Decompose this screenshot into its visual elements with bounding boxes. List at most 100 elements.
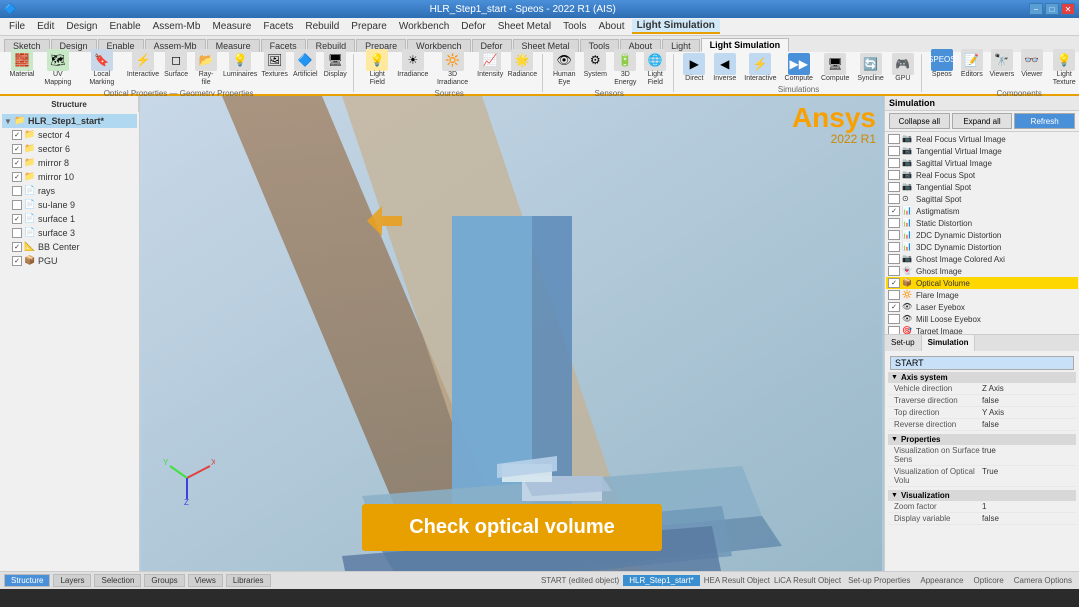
tree-item-0[interactable]: 📁 sector 4 (2, 128, 137, 142)
ribbon-btn-display[interactable]: 🖥 Display (321, 48, 349, 87)
tree-checkbox-0[interactable] (12, 130, 22, 140)
sim-check-2[interactable] (888, 158, 900, 168)
sim-item-13[interactable]: 🔆 Flare Image (886, 289, 1078, 301)
sim-check-11[interactable] (888, 266, 900, 276)
status-tab-libraries[interactable]: Libraries (226, 574, 271, 587)
tree-item-5[interactable]: 📄 su-lane 9 (2, 198, 137, 212)
sim-check-12[interactable]: ✓ (888, 278, 900, 288)
ribbon-btn-artificiel[interactable]: 🔷 Artificiel (291, 48, 319, 87)
menu-item-design[interactable]: Design (61, 20, 102, 33)
ribbon-btn-interactive[interactable]: ⚡ Interactive (126, 48, 160, 87)
ribbon-btn-interactive[interactable]: ⚡ Interactive (741, 52, 779, 84)
tree-item-2[interactable]: 📁 mirror 8 (2, 156, 137, 170)
camera-options-btn[interactable]: Camera Options (1011, 575, 1075, 586)
ribbon-btn-direct[interactable]: ▶ Direct (680, 52, 708, 84)
collapse-all-button[interactable]: Collapse all (889, 113, 950, 129)
ribbon-btn-viewer[interactable]: 👓 Viewer (1018, 48, 1046, 87)
sim-check-4[interactable] (888, 182, 900, 192)
tree-checkbox-4[interactable] (12, 186, 22, 196)
menu-item-about[interactable]: About (593, 20, 629, 33)
active-view-tab[interactable]: HLR_Step1_start* (623, 575, 699, 586)
appearance-btn[interactable]: Appearance (917, 575, 966, 586)
sim-item-10[interactable]: 📷 Ghost Image Colored Axi (886, 253, 1078, 265)
ribbon-btn-local-marking[interactable]: 🔖 Local Marking (80, 48, 124, 87)
refresh-button[interactable]: Refresh (1014, 113, 1075, 129)
sim-item-9[interactable]: 📊 3DC Dynamic Distortion (886, 241, 1078, 253)
status-tab-structure[interactable]: Structure (4, 574, 50, 587)
sim-check-8[interactable] (888, 230, 900, 240)
tree-checkbox-2[interactable] (12, 158, 22, 168)
tree-item-4[interactable]: 📄 rays (2, 184, 137, 198)
ribbon-btn-uv-mapping[interactable]: 🗺 UV Mapping (38, 48, 78, 87)
tree-expand-root[interactable]: ▼ (4, 117, 14, 126)
ribbon-btn-lightfield2[interactable]: 🌐 Light Field (641, 48, 669, 87)
tree-checkbox-8[interactable] (12, 242, 22, 252)
status-tab-views[interactable]: Views (188, 574, 223, 587)
ribbon-btn-rayfile[interactable]: 📂 Ray-file (192, 48, 220, 87)
tab-simulation[interactable]: Simulation (922, 335, 976, 351)
sim-check-14[interactable]: ✓ (888, 302, 900, 312)
sim-check-6[interactable]: ✓ (888, 206, 900, 216)
viewport[interactable]: START (edited object) ◀ ▶ (140, 96, 884, 571)
menu-item-sheet-metal[interactable]: Sheet Metal (493, 20, 556, 33)
sim-item-4[interactable]: 📷 Tangential Spot (886, 181, 1078, 193)
set-up-properties-btn[interactable]: Set-up Properties (845, 575, 913, 586)
status-tab-layers[interactable]: Layers (53, 574, 91, 587)
ribbon-btn-gpu[interactable]: 🎮 GPU (889, 52, 917, 84)
identifier-field[interactable]: START (890, 356, 1074, 370)
tree-item-3[interactable]: 📁 mirror 10 (2, 170, 137, 184)
tree-item-8[interactable]: 📐 BB Center (2, 240, 137, 254)
menu-item-light-simulation[interactable]: Light Simulation (632, 19, 720, 34)
sim-check-0[interactable] (888, 134, 900, 144)
sim-check-7[interactable] (888, 218, 900, 228)
tree-item-1[interactable]: 📁 sector 6 (2, 142, 137, 156)
status-tab-groups[interactable]: Groups (144, 574, 184, 587)
prop-section-header-1[interactable]: ▼Properties (888, 434, 1076, 445)
expand-all-button[interactable]: Expand all (952, 113, 1013, 129)
ribbon-btn-compute2[interactable]: 🖥 Compute (818, 52, 852, 84)
ribbon-btn-lightfield[interactable]: 💡 Light Field (360, 48, 394, 87)
menu-item-prepare[interactable]: Prepare (346, 20, 392, 33)
tree-checkbox-3[interactable] (12, 172, 22, 182)
prop-section-header-0[interactable]: ▼Axis system (888, 372, 1076, 383)
tree-item-6[interactable]: 📄 surface 1 (2, 212, 137, 226)
ribbon-btn-light-texture[interactable]: 💡 Light Texture (1048, 48, 1079, 87)
menu-item-measure[interactable]: Measure (207, 20, 256, 33)
status-tab-selection[interactable]: Selection (94, 574, 141, 587)
sim-item-5[interactable]: ⊙ Sagittal Spot (886, 193, 1078, 205)
sim-item-8[interactable]: 📊 2DC Dynamic Distortion (886, 229, 1078, 241)
menu-item-file[interactable]: File (4, 20, 30, 33)
prop-section-header-2[interactable]: ▼Visualization (888, 490, 1076, 501)
sim-item-2[interactable]: 📷 Sagittal Virtual Image (886, 157, 1078, 169)
sim-item-6[interactable]: ✓ 📊 Astigmatism (886, 205, 1078, 217)
ribbon-btn-syncline[interactable]: 🔄 Syncline (854, 52, 886, 84)
sim-item-14[interactable]: ✓ 👁 Laser Eyebox (886, 301, 1078, 313)
tree-checkbox-5[interactable] (12, 200, 22, 210)
ribbon-btn-3dirradiance[interactable]: 🔆 3D Irradiance (431, 48, 474, 87)
sim-item-0[interactable]: 📷 Real Focus Virtual Image (886, 133, 1078, 145)
sim-item-7[interactable]: 📊 Static Distortion (886, 217, 1078, 229)
ribbon-btn-radiance[interactable]: 🌟 Radiance (507, 48, 539, 87)
ribbon-btn-material[interactable]: 🧱 Material (8, 48, 36, 87)
menu-item-rebuild[interactable]: Rebuild (300, 20, 344, 33)
sim-item-12[interactable]: ✓ 📦 Optical Volume (886, 277, 1078, 289)
close-button[interactable]: ✕ (1061, 3, 1075, 15)
tree-checkbox-9[interactable] (12, 256, 22, 266)
ribbon-btn-inverse[interactable]: ◀ Inverse (710, 52, 739, 84)
sim-check-16[interactable] (888, 326, 900, 334)
tree-checkbox-7[interactable] (12, 228, 22, 238)
ribbon-btn-editors[interactable]: 📝 Editors (958, 48, 986, 87)
maximize-button[interactable]: □ (1045, 3, 1059, 15)
sim-item-1[interactable]: 📷 Tangential Virtual Image (886, 145, 1078, 157)
ribbon-btn-textures[interactable]: 🖼 Textures (260, 48, 289, 87)
tree-checkbox-6[interactable] (12, 214, 22, 224)
sim-check-13[interactable] (888, 290, 900, 300)
menu-item-tools[interactable]: Tools (558, 20, 591, 33)
menu-item-edit[interactable]: Edit (32, 20, 59, 33)
tab-structure[interactable]: Structure (0, 96, 139, 112)
tree-checkbox-1[interactable] (12, 144, 22, 154)
ribbon-btn-speos[interactable]: SPEOS Speos (928, 48, 956, 87)
tree-item-9[interactable]: 📦 PGU (2, 254, 137, 268)
ribbon-btn-luminaires[interactable]: 💡 Luminaires (222, 48, 258, 87)
ribbon-btn-human-eye[interactable]: 👁 Human Eye (549, 48, 579, 87)
